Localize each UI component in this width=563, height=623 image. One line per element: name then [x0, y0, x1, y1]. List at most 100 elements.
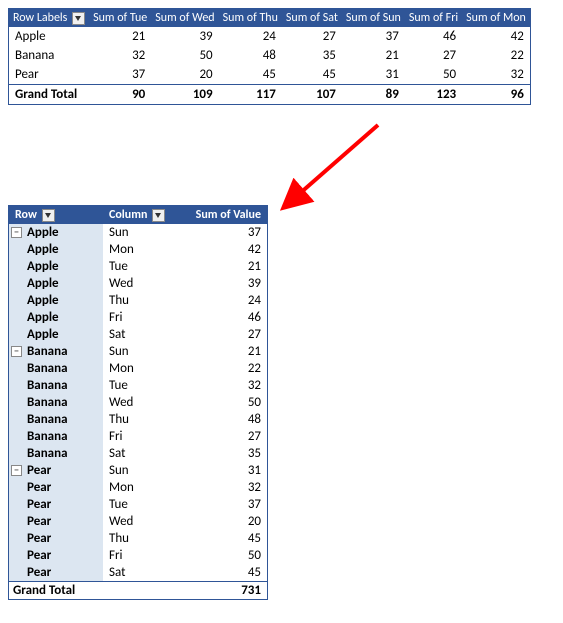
- column-label: Mon: [103, 241, 175, 258]
- table-row[interactable]: AppleSat27: [9, 326, 268, 343]
- cell-value: 39: [151, 27, 218, 46]
- grand-total-value: 89: [342, 85, 405, 105]
- table-row[interactable]: PearFri50: [9, 547, 268, 564]
- column-label: Mon: [103, 479, 175, 496]
- table-row[interactable]: PearSat45: [9, 564, 268, 582]
- col-column[interactable]: Column: [103, 206, 175, 225]
- table-row[interactable]: PearMon32: [9, 479, 268, 496]
- collapse-icon[interactable]: −: [11, 465, 22, 476]
- table-row[interactable]: Banana32504835212722: [9, 46, 531, 65]
- column-label: Fri: [103, 428, 175, 445]
- row-label: Pear: [9, 65, 90, 85]
- col-sum-tue[interactable]: Sum of Tue: [89, 9, 151, 28]
- table-row[interactable]: BananaSat35: [9, 445, 268, 462]
- row-group-text: Apple: [27, 276, 59, 291]
- filter-dropdown-icon[interactable]: [72, 12, 85, 25]
- table-row[interactable]: BananaTue32: [9, 377, 268, 394]
- cell-value: 35: [175, 445, 268, 462]
- cell-value: 37: [89, 65, 151, 85]
- col-sum-thu[interactable]: Sum of Thu: [219, 9, 282, 28]
- row-group-text: Pear: [27, 548, 51, 563]
- row-group-text: Apple: [27, 225, 59, 240]
- row-group-text: Apple: [27, 327, 59, 342]
- table-row[interactable]: −BananaSun21: [9, 343, 268, 360]
- col-sum-mon[interactable]: Sum of Mon: [462, 9, 530, 28]
- column-label: Wed: [103, 513, 175, 530]
- header-text: Row Labels: [13, 11, 67, 25]
- table-row[interactable]: BananaThu48: [9, 411, 268, 428]
- grand-total-value: 731: [175, 582, 268, 600]
- table-row[interactable]: −AppleSun37: [9, 224, 268, 241]
- column-label: Sun: [103, 343, 175, 360]
- cell-value: 24: [175, 292, 268, 309]
- cell-value: 27: [282, 27, 342, 46]
- table-row[interactable]: −PearSun31: [9, 462, 268, 479]
- table-row[interactable]: Apple21392427374642: [9, 27, 531, 46]
- row-group-label: Banana: [9, 428, 104, 445]
- column-label: Wed: [103, 275, 175, 292]
- row-group-label: Pear: [9, 513, 104, 530]
- col-sum-sat[interactable]: Sum of Sat: [282, 9, 342, 28]
- cell-value: 50: [151, 46, 218, 65]
- row-group-label: Banana: [9, 377, 104, 394]
- row-group-label: Pear: [9, 530, 104, 547]
- collapse-icon[interactable]: −: [11, 227, 22, 238]
- annotation-arrow: [8, 115, 555, 205]
- pivot-table-bottom: Row Column Sum of Value −AppleSun37Apple…: [8, 205, 268, 600]
- cell-value: 50: [405, 65, 462, 85]
- table-row[interactable]: Pear37204545315032: [9, 65, 531, 85]
- column-label: Thu: [103, 411, 175, 428]
- col-sum-value[interactable]: Sum of Value: [175, 206, 268, 225]
- table-row[interactable]: AppleTue21: [9, 258, 268, 275]
- row-group-text: Banana: [27, 429, 68, 444]
- col-row[interactable]: Row: [9, 206, 104, 225]
- table-row[interactable]: AppleWed39: [9, 275, 268, 292]
- col-sum-wed[interactable]: Sum of Wed: [151, 9, 218, 28]
- col-sum-fri[interactable]: Sum of Fri: [405, 9, 462, 28]
- row-group-text: Pear: [27, 480, 51, 495]
- filter-dropdown-icon[interactable]: [42, 209, 55, 222]
- cell-value: 37: [175, 224, 268, 241]
- column-label: Mon: [103, 360, 175, 377]
- column-label: Tue: [103, 377, 175, 394]
- row-group-label: Apple: [9, 275, 104, 292]
- cell-value: 45: [282, 65, 342, 85]
- filter-dropdown-icon[interactable]: [152, 209, 165, 222]
- table-row[interactable]: PearWed20: [9, 513, 268, 530]
- cell-value: 31: [175, 462, 268, 479]
- col-sum-sun[interactable]: Sum of Sun: [342, 9, 405, 28]
- cell-value: 21: [342, 46, 405, 65]
- row-group-label: −Pear: [9, 462, 104, 479]
- pivot-table-top: Row Labels Sum of Tue Sum of Wed Sum of …: [8, 8, 531, 105]
- row-label: Apple: [9, 27, 90, 46]
- table-row[interactable]: AppleFri46: [9, 309, 268, 326]
- cell-value: 45: [175, 530, 268, 547]
- row-group-text: Banana: [27, 395, 68, 410]
- row-group-text: Apple: [27, 242, 59, 257]
- column-label: Sat: [103, 326, 175, 343]
- table-row[interactable]: BananaFri27: [9, 428, 268, 445]
- table-row[interactable]: PearThu45: [9, 530, 268, 547]
- cell-value: 32: [462, 65, 530, 85]
- row-group-text: Banana: [27, 446, 68, 461]
- row-group-label: Banana: [9, 411, 104, 428]
- row-group-label: Pear: [9, 547, 104, 564]
- grand-total-label: Grand Total: [9, 582, 104, 600]
- collapse-icon[interactable]: −: [11, 346, 22, 357]
- table-row[interactable]: BananaMon22: [9, 360, 268, 377]
- row-group-label: Apple: [9, 326, 104, 343]
- row-group-text: Pear: [27, 463, 51, 478]
- cell-value: 46: [405, 27, 462, 46]
- header-text: Column: [109, 208, 147, 222]
- table-row[interactable]: AppleMon42: [9, 241, 268, 258]
- row-group-label: Apple: [9, 309, 104, 326]
- column-label: Fri: [103, 547, 175, 564]
- col-row-labels[interactable]: Row Labels: [9, 9, 90, 28]
- column-label: Tue: [103, 258, 175, 275]
- table-row[interactable]: PearTue37: [9, 496, 268, 513]
- row-group-text: Apple: [27, 293, 59, 308]
- table-row[interactable]: AppleThu24: [9, 292, 268, 309]
- column-label: Fri: [103, 309, 175, 326]
- table-row[interactable]: BananaWed50: [9, 394, 268, 411]
- cell-value: 27: [405, 46, 462, 65]
